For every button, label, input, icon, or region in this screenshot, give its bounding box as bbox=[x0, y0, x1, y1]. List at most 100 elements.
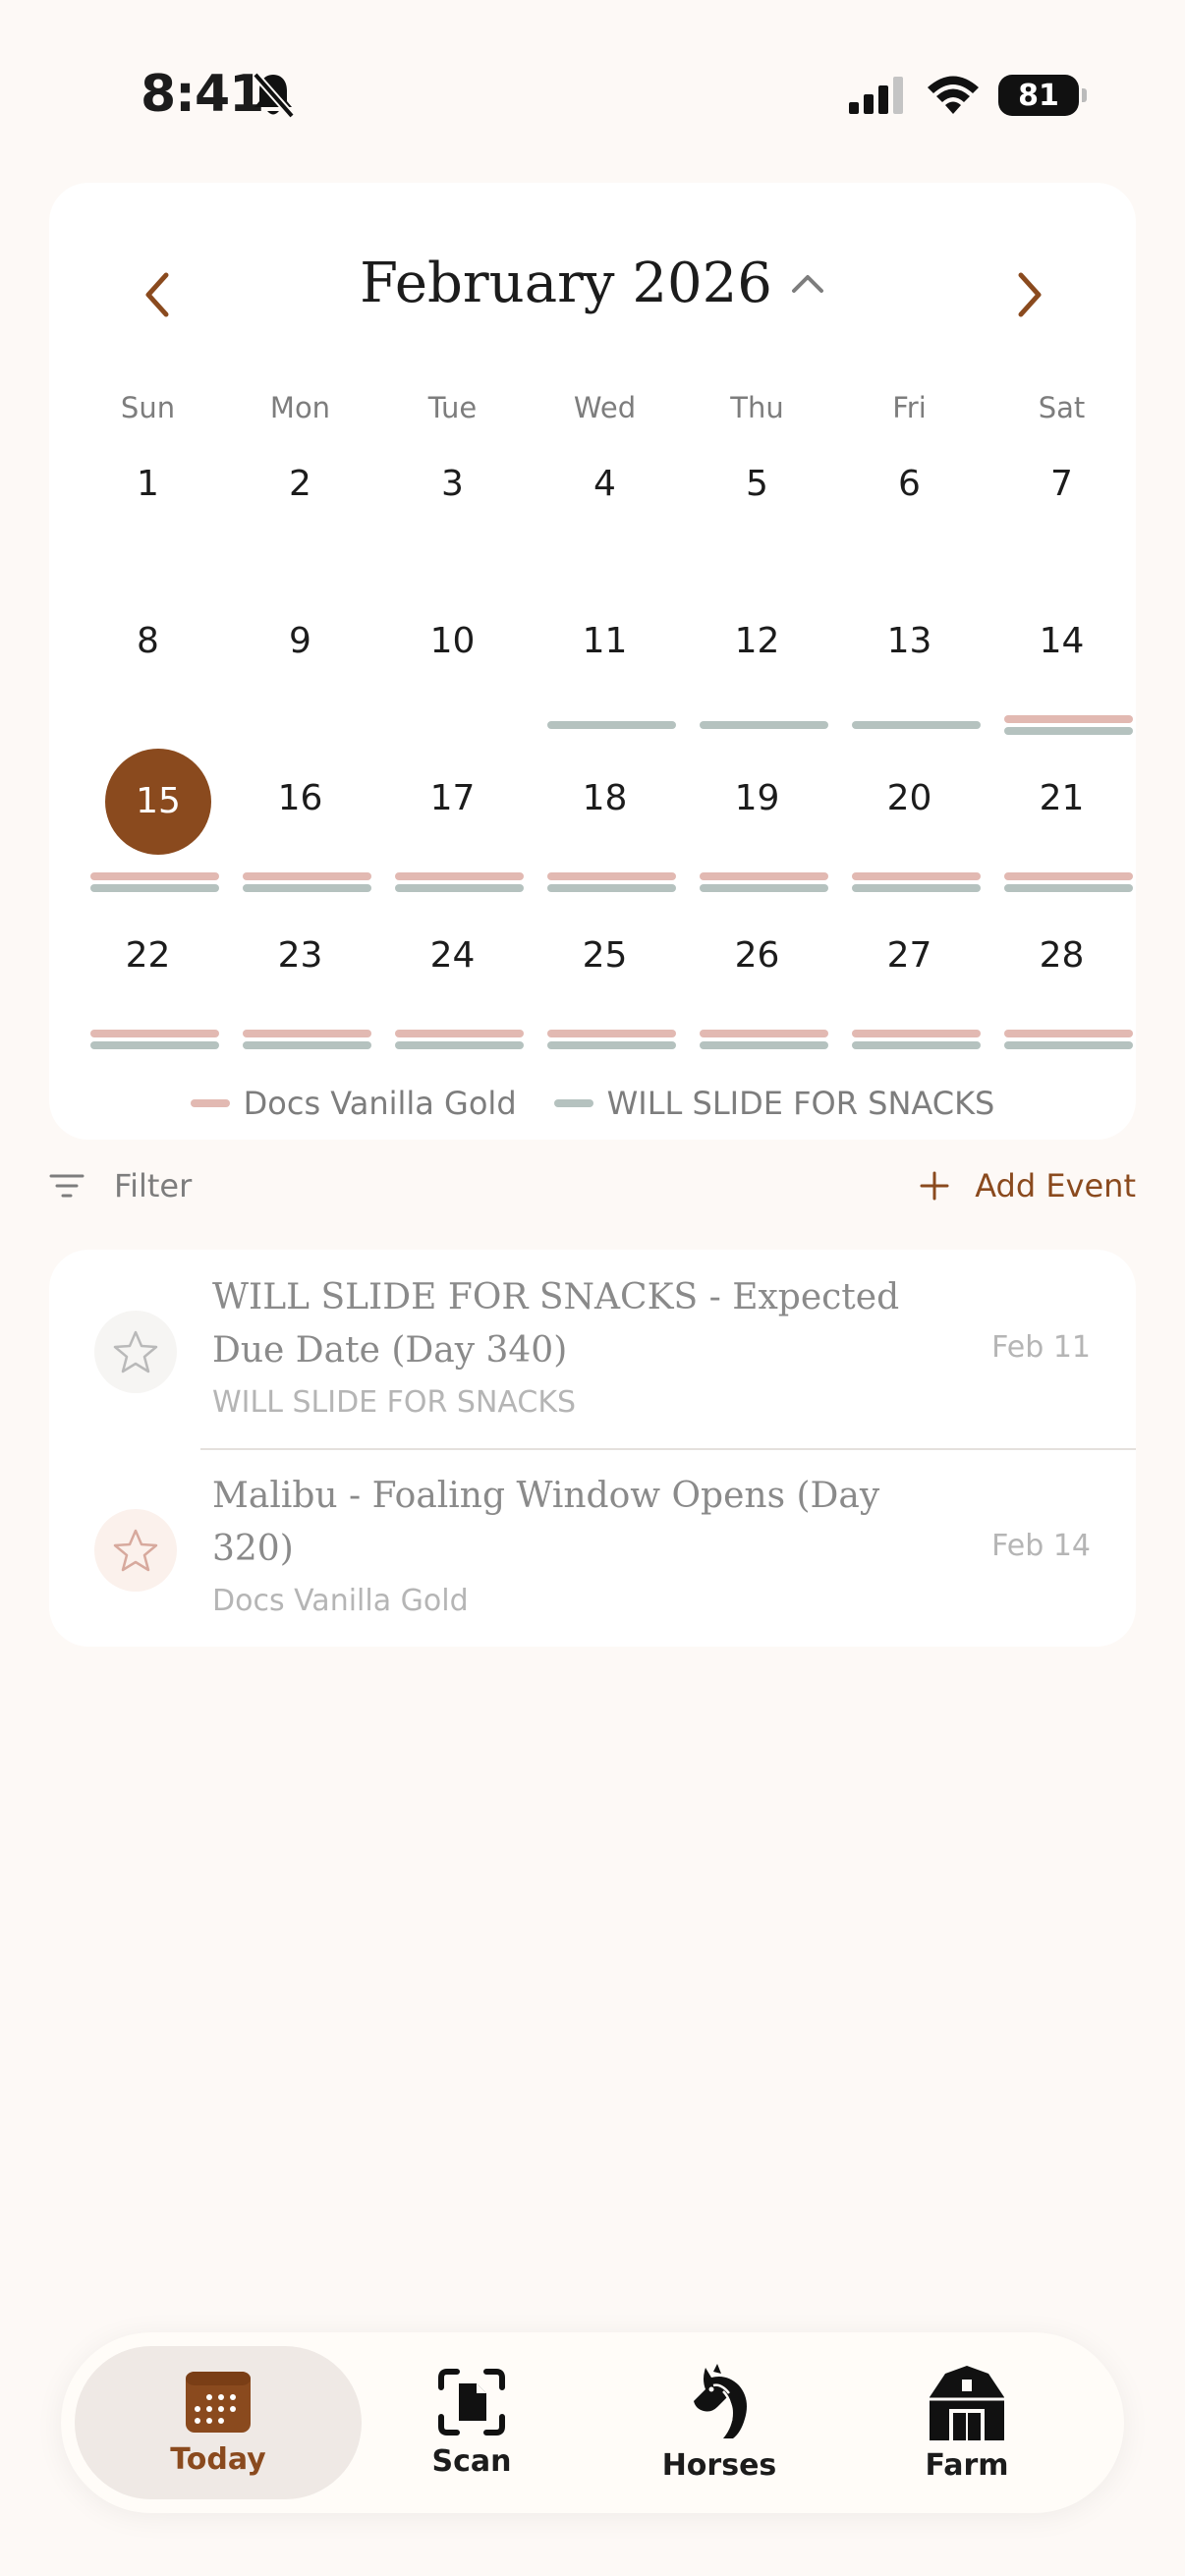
event-bar-will-slide bbox=[243, 884, 371, 892]
scan-icon bbox=[438, 2368, 505, 2436]
tab-today[interactable]: Today bbox=[75, 2346, 362, 2499]
favorite-toggle[interactable] bbox=[94, 1509, 177, 1592]
calendar-day[interactable]: 6 bbox=[833, 434, 986, 591]
plus-icon bbox=[920, 1171, 949, 1201]
tab-label: Today bbox=[170, 2441, 266, 2477]
next-month-button[interactable] bbox=[990, 255, 1069, 334]
calendar-day[interactable]: 8 bbox=[72, 591, 224, 749]
event-bar-docs-vanilla bbox=[1004, 715, 1133, 723]
day-number: 4 bbox=[593, 464, 616, 504]
signal-icon bbox=[849, 77, 903, 114]
event-list: WILL SLIDE FOR SNACKS - Expected Due Dat… bbox=[49, 1250, 1136, 1647]
day-number: 13 bbox=[886, 621, 932, 661]
event-bar-docs-vanilla bbox=[395, 1030, 524, 1037]
tab-scan[interactable]: Scan bbox=[328, 2346, 615, 2499]
calendar-day[interactable]: 20 bbox=[833, 749, 986, 906]
calendar-day[interactable]: 19 bbox=[681, 749, 833, 906]
calendar-day[interactable]: 26 bbox=[681, 906, 833, 1063]
event-title: WILL SLIDE FOR SNACKS - Expected Due Dat… bbox=[212, 1277, 900, 1371]
calendar-day[interactable]: 1 bbox=[72, 434, 224, 591]
calendar-grid: 1 2 3 4 5 6 7 8 9 10 11 12 13 14 15 16 1… bbox=[72, 434, 1138, 1063]
tab-horses[interactable]: Horses bbox=[576, 2346, 863, 2499]
month-picker-toggle[interactable]: February 2026 bbox=[360, 252, 825, 315]
legend-item: Docs Vanilla Gold bbox=[190, 1085, 517, 1122]
day-number: 10 bbox=[429, 621, 476, 661]
day-number: 27 bbox=[886, 935, 932, 976]
event-bar-will-slide bbox=[395, 884, 524, 892]
calendar-day[interactable]: 25 bbox=[529, 906, 681, 1063]
status-time: 8:41 bbox=[141, 65, 264, 124]
calendar-day[interactable]: 21 bbox=[986, 749, 1138, 906]
day-number: 14 bbox=[1039, 621, 1085, 661]
list-item[interactable]: Malibu - Foaling Window Opens (Day 320) … bbox=[49, 1448, 1136, 1647]
calendar-day[interactable]: 10 bbox=[376, 591, 529, 749]
event-bar-will-slide bbox=[700, 884, 828, 892]
star-icon bbox=[113, 1330, 158, 1373]
add-event-button[interactable]: Add Event bbox=[920, 1167, 1136, 1204]
event-bar-will-slide bbox=[1004, 727, 1133, 735]
event-bar-docs-vanilla bbox=[852, 1030, 981, 1037]
legend-label: WILL SLIDE FOR SNACKS bbox=[606, 1085, 995, 1122]
calendar-day[interactable]: 23 bbox=[224, 906, 376, 1063]
calendar-day[interactable]: 28 bbox=[986, 906, 1138, 1063]
day-number: 18 bbox=[582, 778, 628, 818]
event-bar-will-slide bbox=[700, 1041, 828, 1049]
event-bar-docs-vanilla bbox=[1004, 1030, 1133, 1037]
legend-item: WILL SLIDE FOR SNACKS bbox=[553, 1085, 995, 1122]
day-number: 12 bbox=[734, 621, 780, 661]
weekday-label: Sun bbox=[120, 391, 176, 424]
event-bar-will-slide bbox=[547, 884, 676, 892]
filter-button[interactable]: Filter bbox=[49, 1167, 192, 1204]
day-number: 2 bbox=[289, 464, 311, 504]
event-date: Feb 14 bbox=[991, 1529, 1091, 1563]
calendar-day[interactable]: 2 bbox=[224, 434, 376, 591]
calendar-day[interactable]: 12 bbox=[681, 591, 833, 749]
toolbar: Filter Add Event bbox=[49, 1167, 1136, 1222]
event-bar-docs-vanilla bbox=[547, 872, 676, 880]
star-icon bbox=[113, 1529, 158, 1572]
weekday-header: Sun Mon Tue Wed Thu Fri Sat bbox=[72, 391, 1138, 424]
legend-swatch-will-slide bbox=[553, 1099, 593, 1107]
weekday-label: Thu bbox=[730, 391, 784, 424]
day-number: 28 bbox=[1039, 935, 1085, 976]
event-bar-docs-vanilla bbox=[395, 872, 524, 880]
day-number: 22 bbox=[125, 935, 171, 976]
event-bar-will-slide bbox=[852, 884, 981, 892]
day-number: 6 bbox=[898, 464, 921, 504]
chevron-right-icon bbox=[1018, 272, 1042, 317]
calendar-day[interactable]: 22 bbox=[72, 906, 224, 1063]
event-bar-will-slide bbox=[852, 721, 981, 729]
battery-indicator: 81 bbox=[998, 75, 1087, 116]
tab-label: Scan bbox=[431, 2443, 512, 2479]
event-bar-will-slide bbox=[1004, 1041, 1133, 1049]
event-bar-will-slide bbox=[1004, 884, 1133, 892]
calendar-day[interactable]: 17 bbox=[376, 749, 529, 906]
day-number: 7 bbox=[1050, 464, 1073, 504]
favorite-toggle[interactable] bbox=[94, 1311, 177, 1393]
calendar-day[interactable]: 13 bbox=[833, 591, 986, 749]
tab-farm[interactable]: Farm bbox=[823, 2346, 1110, 2499]
day-number: 11 bbox=[582, 621, 628, 661]
calendar-day-today[interactable]: 15 bbox=[72, 749, 224, 906]
list-item[interactable]: WILL SLIDE FOR SNACKS - Expected Due Dat… bbox=[49, 1250, 1136, 1448]
event-bar-will-slide bbox=[90, 1041, 219, 1049]
calendar-day[interactable]: 11 bbox=[529, 591, 681, 749]
calendar-day[interactable]: 27 bbox=[833, 906, 986, 1063]
barn-icon bbox=[930, 2365, 1004, 2440]
calendar-day[interactable]: 24 bbox=[376, 906, 529, 1063]
day-number: 16 bbox=[277, 778, 323, 818]
wifi-icon bbox=[928, 76, 979, 114]
calendar-day[interactable]: 4 bbox=[529, 434, 681, 591]
weekday-label: Wed bbox=[573, 391, 637, 424]
event-bar-docs-vanilla bbox=[243, 1030, 371, 1037]
calendar-day[interactable]: 5 bbox=[681, 434, 833, 591]
event-bar-docs-vanilla bbox=[547, 1030, 676, 1037]
calendar-day[interactable]: 9 bbox=[224, 591, 376, 749]
calendar-week: 1 2 3 4 5 6 7 bbox=[72, 434, 1138, 591]
calendar-day[interactable]: 7 bbox=[986, 434, 1138, 591]
calendar-day[interactable]: 18 bbox=[529, 749, 681, 906]
event-bar-will-slide bbox=[243, 1041, 371, 1049]
calendar-day[interactable]: 16 bbox=[224, 749, 376, 906]
calendar-day[interactable]: 14 bbox=[986, 591, 1138, 749]
calendar-day[interactable]: 3 bbox=[376, 434, 529, 591]
